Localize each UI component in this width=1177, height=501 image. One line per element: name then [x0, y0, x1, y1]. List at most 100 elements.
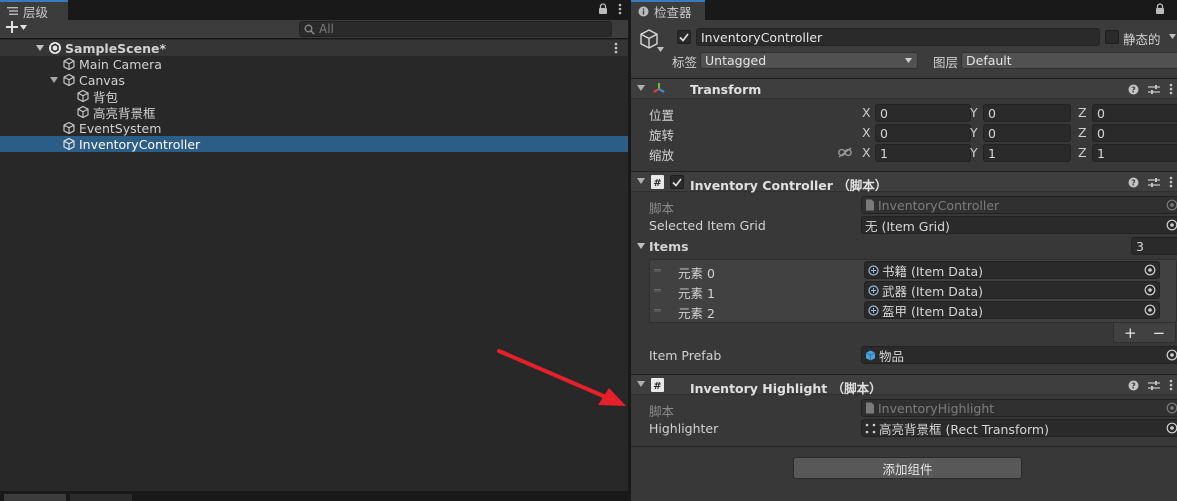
static-dropdown-icon[interactable] [1169, 34, 1176, 39]
layer-dropdown[interactable]: Default [961, 52, 1177, 69]
preset-sliders-icon[interactable] [1148, 84, 1160, 95]
preset-sliders-icon[interactable] [1148, 380, 1160, 391]
gameobject-cube-icon [62, 137, 76, 151]
position-y-field[interactable]: 0 [983, 104, 1071, 122]
transform-axes-icon [652, 82, 666, 96]
hierarchy-item-main-camera[interactable]: Main Camera [0, 56, 628, 72]
highlighter-field[interactable]: 高亮背景框 (Rect Transform) [861, 419, 1177, 437]
kebab-menu-icon[interactable] [618, 3, 622, 15]
drag-handle-icon[interactable]: ═ [654, 304, 661, 317]
tab-inspector-label: 检查器 [654, 4, 692, 20]
position-y-value: 0 [988, 105, 996, 121]
rotation-y-value: 0 [988, 125, 996, 141]
fold-open-icon[interactable] [637, 85, 645, 91]
scene-kebab-icon[interactable] [614, 42, 618, 54]
component-enabled-checkbox[interactable] [670, 175, 684, 189]
hierarchy-item-eventsystem[interactable]: EventSystem [0, 120, 628, 136]
tab-console[interactable] [70, 494, 132, 501]
element-2-field[interactable]: 盔甲 (Item Data) [864, 301, 1160, 319]
tab-inspector[interactable]: 检查器 [631, 0, 705, 20]
object-picker-icon[interactable] [1166, 219, 1177, 231]
transform-header[interactable]: Transform ? [631, 78, 1177, 99]
remove-element-button[interactable]: − [1153, 324, 1166, 342]
selected-item-grid-field[interactable]: 无 (Item Grid) [861, 216, 1177, 234]
drag-handle-icon[interactable]: ═ [654, 264, 661, 277]
element-1-label: 元素 1 [678, 286, 715, 301]
constrain-proportions-link-icon[interactable] [838, 147, 852, 158]
selected-item-grid-label: Selected Item Grid [649, 218, 766, 233]
rotation-x-field[interactable]: 0 [875, 124, 971, 142]
static-checkbox[interactable] [1105, 30, 1119, 44]
csharp-script-icon: # [651, 378, 664, 392]
inventory-controller-header[interactable]: # Inventory Controller （脚本） ? [631, 171, 1177, 193]
active-checkbox[interactable] [677, 30, 691, 44]
scriptable-object-icon [868, 284, 879, 296]
lock-icon[interactable] [598, 3, 608, 15]
gameobject-cube-icon [62, 57, 76, 71]
scale-x-field[interactable]: 1 [875, 144, 971, 162]
fold-open-icon[interactable] [637, 381, 645, 387]
scriptable-object-icon [868, 304, 879, 316]
axis-z-label: Z [1078, 105, 1087, 120]
position-x-field[interactable]: 0 [875, 104, 971, 122]
fold-open-icon[interactable] [49, 75, 59, 85]
item-prefab-field[interactable]: 物品 [861, 346, 1177, 364]
preset-sliders-icon[interactable] [1148, 177, 1160, 188]
hierarchy-item-inventorycontroller[interactable]: InventoryController [0, 136, 628, 152]
add-element-button[interactable]: + [1124, 324, 1137, 342]
items-size-field[interactable]: 3 [1131, 237, 1177, 255]
hierarchy-item-highlight-frame[interactable]: 高亮背景框 [0, 104, 628, 121]
script-asset-icon [865, 402, 875, 414]
list-add-remove-footer: + − [1113, 323, 1177, 343]
plus-icon [6, 21, 18, 33]
fold-open-icon[interactable] [35, 43, 45, 53]
position-z-value: 0 [1097, 105, 1105, 121]
element-0-label: 元素 0 [678, 266, 715, 281]
object-picker-icon[interactable] [1166, 422, 1177, 434]
gameobject-cube-icon [76, 89, 90, 103]
fold-open-icon[interactable] [637, 243, 645, 249]
gameobject-cube-icon [62, 121, 76, 135]
object-picker-icon[interactable] [1144, 304, 1156, 316]
help-icon[interactable]: ? [1128, 380, 1139, 391]
position-z-field[interactable]: 0 [1092, 104, 1177, 122]
script-field: InventoryController [861, 196, 1177, 214]
drag-handle-icon[interactable]: ═ [654, 284, 661, 297]
kebab-menu-icon[interactable] [1169, 379, 1173, 391]
chevron-down-icon [20, 24, 27, 30]
kebab-menu-icon[interactable] [1169, 176, 1173, 188]
add-component-label: 添加组件 [882, 461, 933, 477]
inventory-highlight-header[interactable]: # Inventory Highlight （脚本） ? [631, 374, 1177, 396]
scale-z-field[interactable]: 1 [1092, 144, 1177, 162]
fold-open-icon[interactable] [637, 178, 645, 184]
rotation-label: 旋转 [649, 128, 675, 143]
create-button[interactable] [6, 21, 27, 33]
inspector-tab-bar: 检查器 [631, 0, 1177, 20]
object-picker-icon[interactable] [1166, 349, 1177, 361]
add-component-button[interactable]: 添加组件 [793, 457, 1022, 479]
kebab-menu-icon[interactable] [1169, 83, 1173, 95]
object-name-input[interactable]: InventoryController [696, 28, 1100, 46]
gameobject-cube-icon [76, 105, 90, 119]
tab-project[interactable] [4, 494, 66, 501]
tab-hierarchy[interactable]: 层级 [0, 0, 68, 20]
help-icon[interactable]: ? [1128, 84, 1139, 95]
help-icon[interactable]: ? [1128, 177, 1139, 188]
scriptable-object-icon [868, 264, 879, 276]
scene-row[interactable]: SampleScene* [0, 40, 628, 56]
hierarchy-search-input[interactable]: All [299, 21, 612, 37]
rotation-y-field[interactable]: 0 [983, 124, 1071, 142]
inspector-panel: 检查器 InventoryController 静态的 标签 Untagged [631, 0, 1177, 501]
object-picker-icon[interactable] [1144, 264, 1156, 276]
tag-dropdown[interactable]: Untagged [700, 52, 918, 69]
lock-icon[interactable] [1155, 3, 1165, 15]
element-2-label: 元素 2 [678, 306, 715, 321]
scale-y-field[interactable]: 1 [983, 144, 1071, 162]
element-0-field[interactable]: 书籍 (Item Data) [864, 261, 1160, 279]
chevron-down-icon[interactable] [657, 47, 664, 52]
object-picker-icon[interactable] [1144, 284, 1156, 296]
svg-text:?: ? [1131, 178, 1136, 187]
element-1-field[interactable]: 武器 (Item Data) [864, 281, 1160, 299]
scale-x-value: 1 [880, 145, 888, 161]
rotation-z-field[interactable]: 0 [1092, 124, 1177, 142]
